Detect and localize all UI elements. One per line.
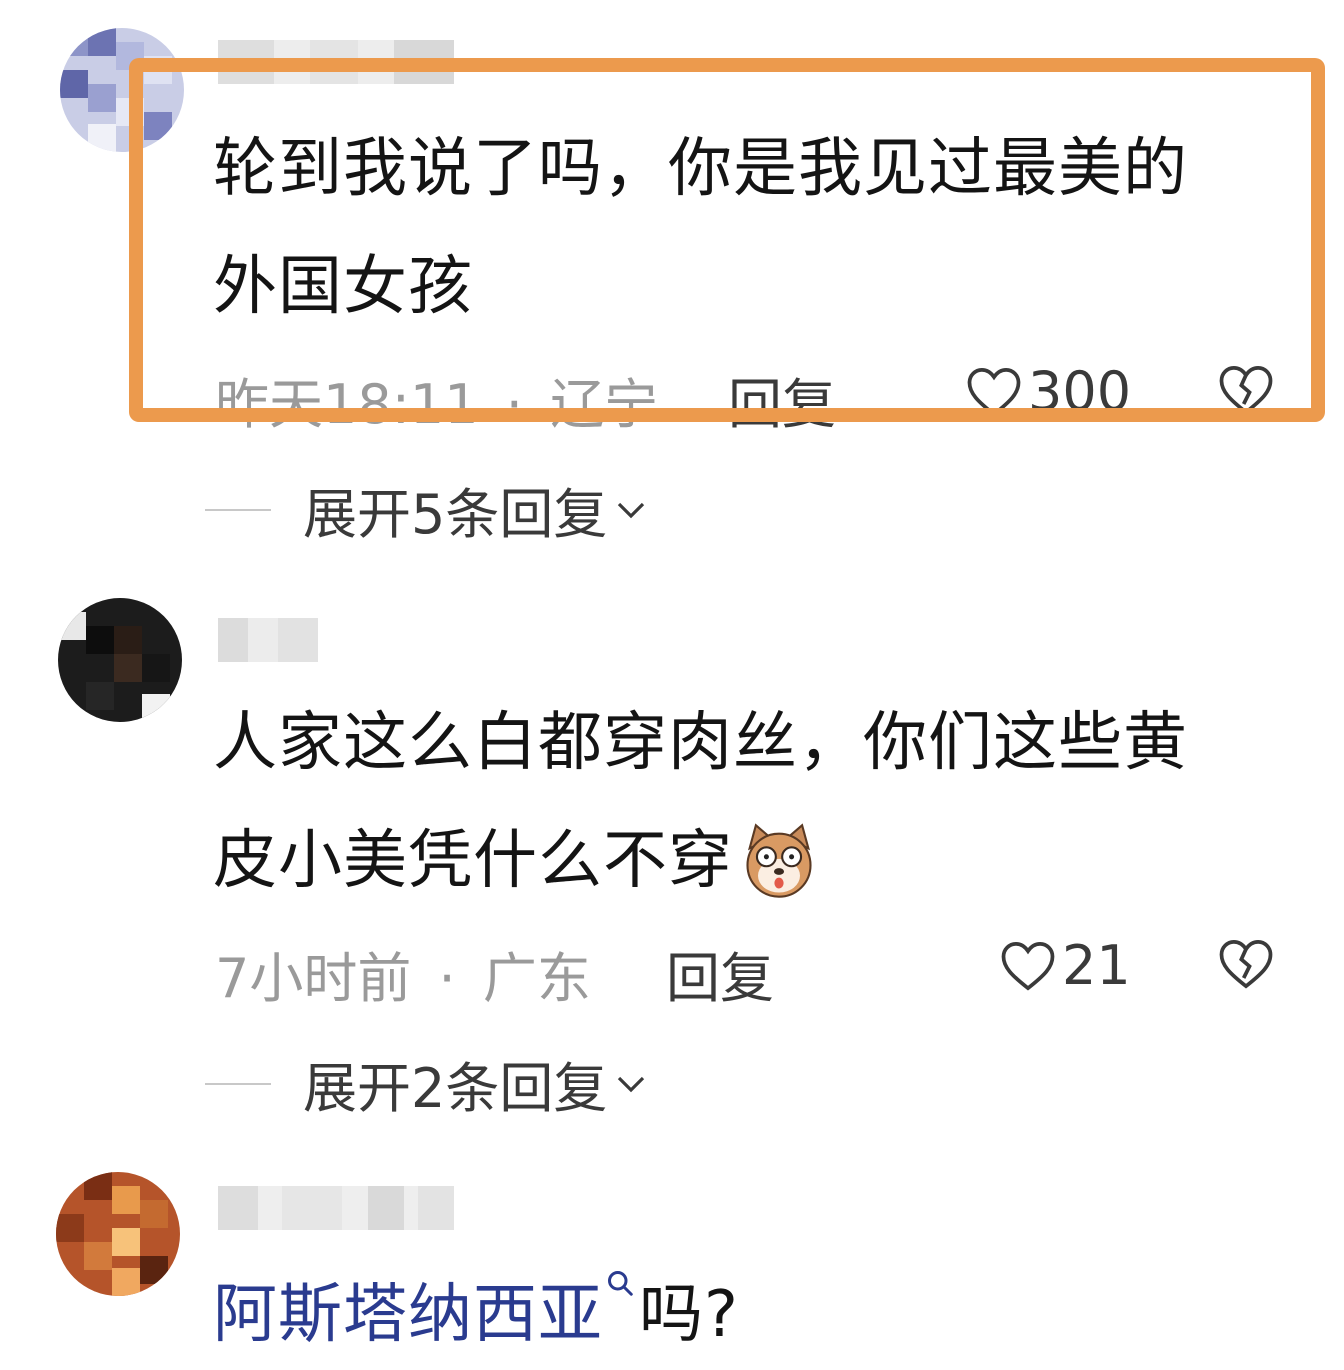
comment-text-line: 皮小美凭什么不穿 xyxy=(213,802,1188,920)
search-icon[interactable] xyxy=(605,1268,635,1298)
comment-text-segment: 吗? xyxy=(639,1278,739,1352)
expand-replies[interactable]: 展开5条回复 xyxy=(205,470,647,549)
expand-replies-label: 展开5条回复 xyxy=(303,483,608,546)
reply-button[interactable]: 回复 xyxy=(666,934,774,1013)
expand-replies[interactable]: 展开2条回复 xyxy=(205,1044,647,1123)
like-count: 21 xyxy=(1062,934,1131,997)
location: 广东 xyxy=(482,947,591,1010)
expand-replies-label: 展开2条回复 xyxy=(303,1057,608,1120)
like-button[interactable]: 21 xyxy=(1000,934,1131,997)
chevron-down-icon xyxy=(618,502,645,518)
comment-text: 阿斯塔纳西亚 吗? xyxy=(213,1256,739,1370)
comment-text-line: 阿斯塔纳西亚 吗? xyxy=(213,1256,739,1370)
heart-outline-icon xyxy=(1001,941,1055,991)
comment-meta: 7小时前 · 广东 xyxy=(215,934,591,1013)
chevron-down-icon xyxy=(618,1076,645,1092)
comment-text: 人家这么白都穿肉丝，你们这些黄 皮小美凭什么不穿 xyxy=(213,684,1188,920)
avatar[interactable] xyxy=(56,1172,180,1296)
meta-separator: · xyxy=(438,947,456,1010)
avatar[interactable] xyxy=(58,598,182,722)
timestamp: 7小时前 xyxy=(215,947,412,1010)
dog-emoji xyxy=(746,823,812,898)
comment-list: 轮到我说了吗，你是我见过最美的 外国女孩 昨天18:11 · 辽宁 回复 300… xyxy=(0,0,1344,1370)
username-blurred[interactable] xyxy=(218,1186,454,1230)
comment-text-line: 人家这么白都穿肉丝，你们这些黄 xyxy=(213,706,1188,780)
divider xyxy=(205,508,271,511)
divider xyxy=(205,1082,271,1085)
username-blurred[interactable] xyxy=(218,618,318,662)
search-link[interactable]: 阿斯塔纳西亚 xyxy=(213,1256,603,1370)
highlight-box xyxy=(129,58,1325,422)
broken-heart-icon[interactable] xyxy=(1218,938,1274,990)
comment-text-segment: 皮小美凭什么不穿 xyxy=(213,824,733,898)
